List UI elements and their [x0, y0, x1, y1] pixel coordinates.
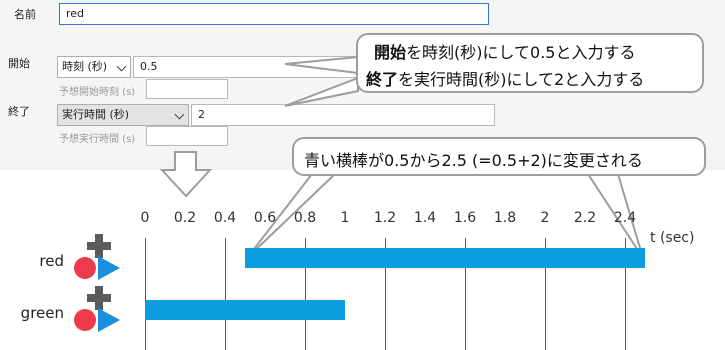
x-tick-label: 1.8 [493, 210, 517, 226]
callout1-line1-bold: 開始 [374, 43, 407, 62]
callout1-pointer-end [284, 76, 359, 107]
x-tick-label: 2.4 [613, 210, 637, 226]
x-tick-label: 1.2 [373, 210, 397, 226]
grid-line [225, 238, 226, 350]
down-arrow-icon [159, 151, 213, 198]
task-type-icon [74, 286, 120, 332]
x-tick-label: 2 [540, 210, 550, 226]
x-tick-label: 0.6 [253, 210, 277, 226]
grid-line [145, 238, 146, 350]
row-label-red: red [39, 252, 64, 270]
gantt-chart: 0 0.2 0.4 0.6 0.8 1 1.2 1.4 1.6 1.8 2 2.2 2.4 red gre… [0, 200, 725, 350]
callout2-text: 青い横棒が0.5から2.5 (=0.5+2)に変更される [304, 151, 643, 170]
callout-instructions: 開始を時刻(秒)にして0.5と入力する 終了を実行時間(秒)にして2と入力する [356, 33, 704, 93]
bar-red[interactable] [245, 248, 645, 268]
bar-green[interactable] [145, 300, 345, 320]
x-tick-label: 0 [140, 210, 150, 226]
x-axis-label: t (sec) [650, 230, 695, 246]
callout1-pointer-start [284, 55, 359, 75]
x-tick-label: 1.6 [453, 210, 477, 226]
callout1-line2-text: を実行時間(秒)にして2と入力する [398, 70, 645, 89]
row-label-green: green [20, 304, 64, 322]
callout1-line1-text: を時刻(秒)にして0.5と入力する [406, 43, 636, 62]
callout1-line2-bold: 終了 [366, 70, 399, 89]
callout1-line2: 終了を実行時間(秒)にして2と入力する [366, 66, 644, 90]
x-tick-label: 2.2 [573, 210, 597, 226]
task-type-icon [74, 234, 120, 280]
x-tick-label: 0.4 [213, 210, 237, 226]
x-tick-label: 0.2 [173, 210, 197, 226]
x-tick-label: 1 [340, 210, 350, 226]
x-tick-label: 1.4 [413, 210, 437, 226]
x-tick-label: 0.8 [293, 210, 317, 226]
callout1-line1: 開始を時刻(秒)にして0.5と入力する [374, 39, 635, 63]
callout-result: 青い横棒が0.5から2.5 (=0.5+2)に変更される [292, 137, 706, 176]
